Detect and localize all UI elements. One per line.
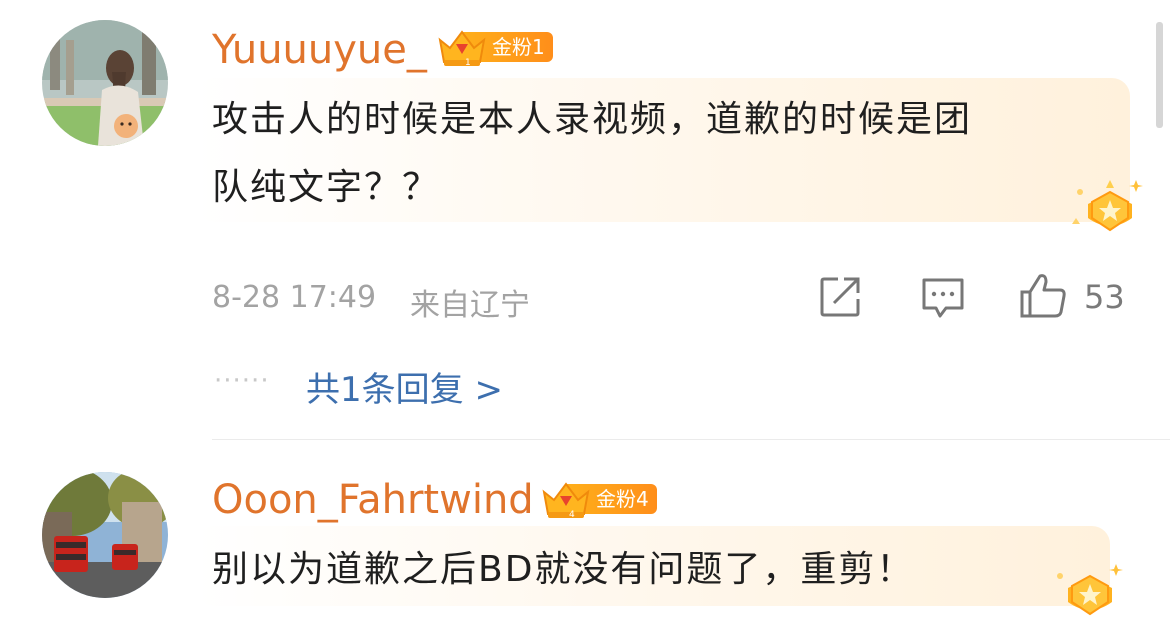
avatar[interactable] — [42, 472, 168, 598]
comment-text[interactable]: 攻击人的时候是本人录视频，道歉的时候是团 队纯文字？？ — [212, 86, 1122, 222]
share-icon[interactable] — [818, 275, 862, 319]
fan-badge[interactable]: 1 金粉1 — [436, 30, 553, 68]
comment-text[interactable]: 别以为道歉之后BD就没有问题了，重剪！ — [212, 536, 1102, 604]
comment-time: 8-28 17:49 — [212, 280, 377, 315]
scrollbar[interactable] — [1156, 22, 1163, 128]
comment-list: Yuuuuyue_ 1 金粉1 攻击人的时候是本人录视频，道歉的时候是团 队纯文… — [0, 0, 1170, 639]
avatar-image — [42, 20, 168, 146]
like-count: 53 — [1084, 278, 1125, 316]
divider — [212, 439, 1170, 440]
comment-icon[interactable] — [920, 276, 966, 320]
view-replies-link[interactable]: 共1条回复 > — [306, 362, 503, 411]
svg-text:1: 1 — [465, 58, 471, 68]
comment-text-line: 别以为道歉之后BD就没有问题了，重剪！ — [212, 549, 915, 590]
avatar[interactable] — [42, 20, 168, 146]
thumbs-up-icon[interactable] — [1018, 272, 1068, 318]
username[interactable]: Ooon_Fahrtwind — [212, 480, 534, 520]
star-medal-icon — [1057, 564, 1123, 616]
comment-text-line: 队纯文字？？ — [212, 167, 441, 208]
dots-separator: ······ — [214, 366, 270, 396]
comment-text-line: 攻击人的时候是本人录视频，道歉的时候是团 — [212, 99, 973, 140]
crown-icon: 1 — [438, 30, 486, 68]
crown-icon: 4 — [542, 482, 590, 520]
avatar-image — [42, 472, 168, 598]
comment-location: 来自辽宁 — [410, 288, 530, 323]
star-medal-icon — [1072, 180, 1143, 232]
fan-badge[interactable]: 4 金粉4 — [540, 482, 657, 520]
username[interactable]: Yuuuuyue_ — [212, 30, 427, 70]
svg-text:4: 4 — [569, 510, 575, 520]
